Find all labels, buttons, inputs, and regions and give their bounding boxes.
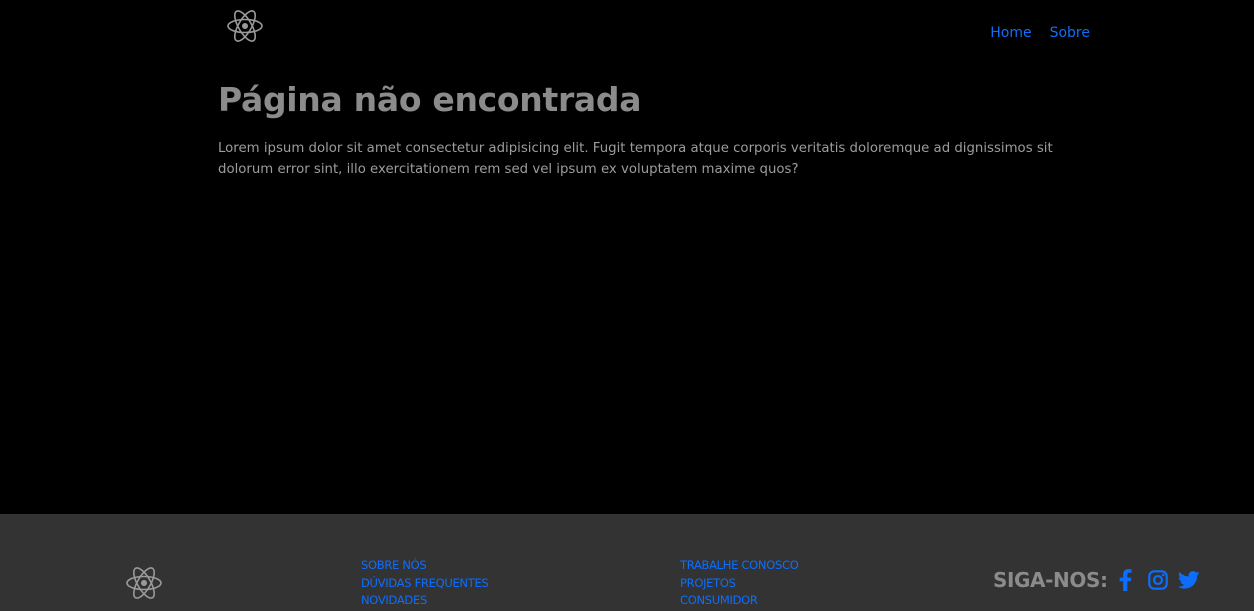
instagram-icon[interactable]	[1147, 569, 1169, 591]
main-nav: Home Sobre	[990, 24, 1090, 42]
page-title: Página não encontrada	[218, 80, 642, 119]
page: Home Sobre Página não encontrada Lorem i…	[0, 0, 1254, 611]
social-links: SIGA-NOS:	[993, 567, 1209, 593]
react-atom-icon[interactable]	[226, 8, 264, 44]
facebook-icon[interactable]	[1116, 569, 1138, 591]
footer-link-projetos[interactable]: PROJETOS	[680, 575, 798, 593]
react-atom-icon[interactable]	[125, 565, 163, 601]
footer-link-consumidor[interactable]: CONSUMIDOR	[680, 592, 798, 610]
social-label: SIGA-NOS:	[993, 568, 1108, 592]
footer-link-duvidas-frequentes[interactable]: DÚVIDAS FREQUENTES	[361, 575, 489, 593]
site-header: Home Sobre	[0, 0, 1254, 56]
body-text: Lorem ipsum dolor sit amet consectetur a…	[218, 141, 1053, 177]
nav-link-home[interactable]: Home	[990, 24, 1031, 42]
site-footer: SOBRE NÓS DÚVIDAS FREQUENTES NOVIDADES T…	[0, 514, 1254, 611]
nav-link-sobre[interactable]: Sobre	[1050, 24, 1090, 42]
footer-link-trabalhe-conosco[interactable]: TRABALHE CONOSCO	[680, 557, 799, 575]
footer-link-novidades[interactable]: NOVIDADES	[361, 592, 488, 610]
twitter-icon[interactable]	[1177, 569, 1200, 591]
main-content: Página não encontrada Lorem ipsum dolor …	[218, 78, 1078, 180]
footer-links-column-1: SOBRE NÓS DÚVIDAS FREQUENTES NOVIDADES	[361, 557, 489, 610]
footer-link-sobre-nos[interactable]: SOBRE NÓS	[361, 557, 488, 575]
footer-links-column-2: TRABALHE CONOSCO PROJETOS CONSUMIDOR	[680, 557, 799, 610]
